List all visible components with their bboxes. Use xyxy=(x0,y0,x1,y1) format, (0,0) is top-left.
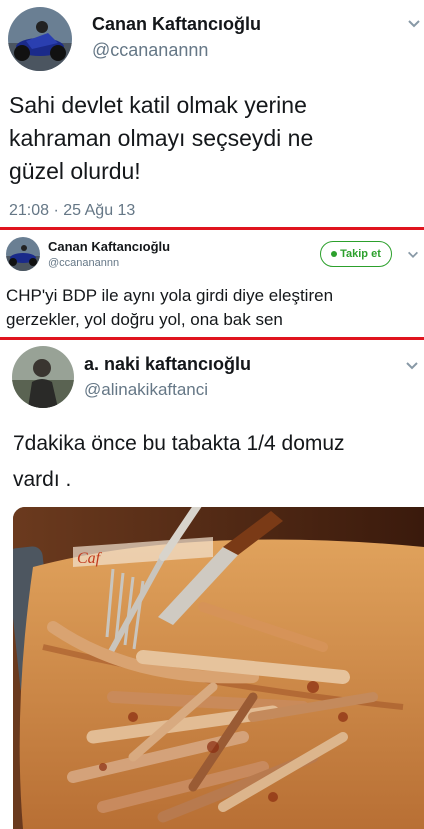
avatar[interactable] xyxy=(8,7,72,71)
tweet-text-line: CHP'yi BDP ile aynı yola girdi diye eleş… xyxy=(6,286,334,305)
chevron-down-icon[interactable] xyxy=(406,16,422,32)
username[interactable]: @ccananannn xyxy=(48,257,119,269)
tweet-text-line: kahraman olmayı seçseydi ne xyxy=(9,125,314,151)
follow-bird-icon xyxy=(331,251,338,257)
chevron-down-icon[interactable] xyxy=(404,358,420,374)
avatar[interactable] xyxy=(12,346,74,408)
tweet-text-line: Sahi devlet katil olmak yerine xyxy=(9,92,307,118)
tweet-photo[interactable]: Caf xyxy=(13,507,424,829)
tweet-text-line: gerzekler, yol doğru yol, ona bak sen xyxy=(6,310,283,329)
tweet-text-line: güzel olurdu! xyxy=(9,158,141,184)
timestamp[interactable]: 21:08 · 25 Ağu 13 xyxy=(9,202,135,220)
display-name[interactable]: Canan Kaftancıoğlu xyxy=(48,239,170,254)
chevron-down-icon[interactable] xyxy=(406,248,420,262)
tweet-2: Canan Kaftancıoğlu @ccananannn Takip et … xyxy=(0,230,424,337)
display-name[interactable]: Canan Kaftancıoğlu xyxy=(92,14,261,35)
follow-button[interactable]: Takip et xyxy=(320,241,392,267)
tweet-text-line: 7dakika önce bu tabakta 1/4 domuz xyxy=(13,432,345,455)
avatar[interactable] xyxy=(6,237,40,271)
tweet-text-line: vardı . xyxy=(13,468,72,491)
username[interactable]: @alinakikaftanci xyxy=(84,380,208,400)
username[interactable]: @ccananannn xyxy=(92,40,208,61)
tweet-1: Canan Kaftancıoğlu @ccananannn Sahi devl… xyxy=(0,0,424,226)
svg-text:Caf: Caf xyxy=(77,550,103,567)
tweet-3: a. naki kaftancıoğlu @alinakikaftanci 7d… xyxy=(0,340,424,829)
follow-button-label: Takip et xyxy=(340,248,381,260)
display-name[interactable]: a. naki kaftancıoğlu xyxy=(84,354,251,375)
